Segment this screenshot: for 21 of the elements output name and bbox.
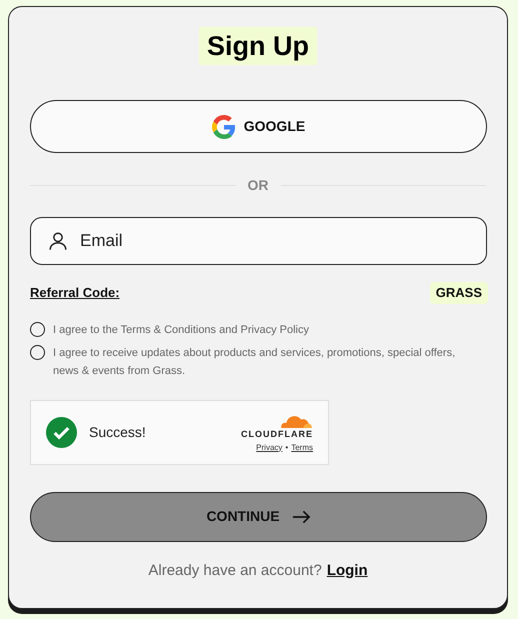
email-field[interactable]: Email bbox=[30, 217, 487, 265]
terms-link[interactable]: Terms bbox=[291, 442, 313, 454]
checkbox[interactable] bbox=[30, 322, 45, 336]
login-link[interactable]: Login bbox=[326, 560, 368, 582]
person-icon bbox=[47, 230, 69, 252]
google-icon bbox=[212, 114, 236, 138]
google-button[interactable]: GOOGLE bbox=[30, 100, 487, 153]
footer-text: Already have an account? bbox=[148, 560, 322, 580]
checkbox-label: I agree to the Terms & Conditions and Privacy Policy bbox=[53, 322, 309, 338]
separator: • bbox=[285, 442, 288, 454]
checkbox-label: I agree to receive updates about products and services, promotions, special offers, news & events from Grass. bbox=[53, 346, 456, 378]
captcha-status: Success! bbox=[89, 422, 146, 442]
arrow-right-icon bbox=[292, 510, 311, 524]
divider-label: OR bbox=[248, 176, 268, 195]
privacy-link[interactable]: Privacy bbox=[256, 442, 282, 454]
page-title: Sign Up bbox=[199, 27, 317, 65]
brand-label: CLOUDFLARE bbox=[241, 428, 313, 440]
referral-label: Referral Code: bbox=[30, 284, 120, 302]
referral-code: GRASS bbox=[430, 282, 488, 304]
checkbox[interactable] bbox=[30, 344, 45, 360]
check-circle-icon bbox=[46, 416, 77, 448]
